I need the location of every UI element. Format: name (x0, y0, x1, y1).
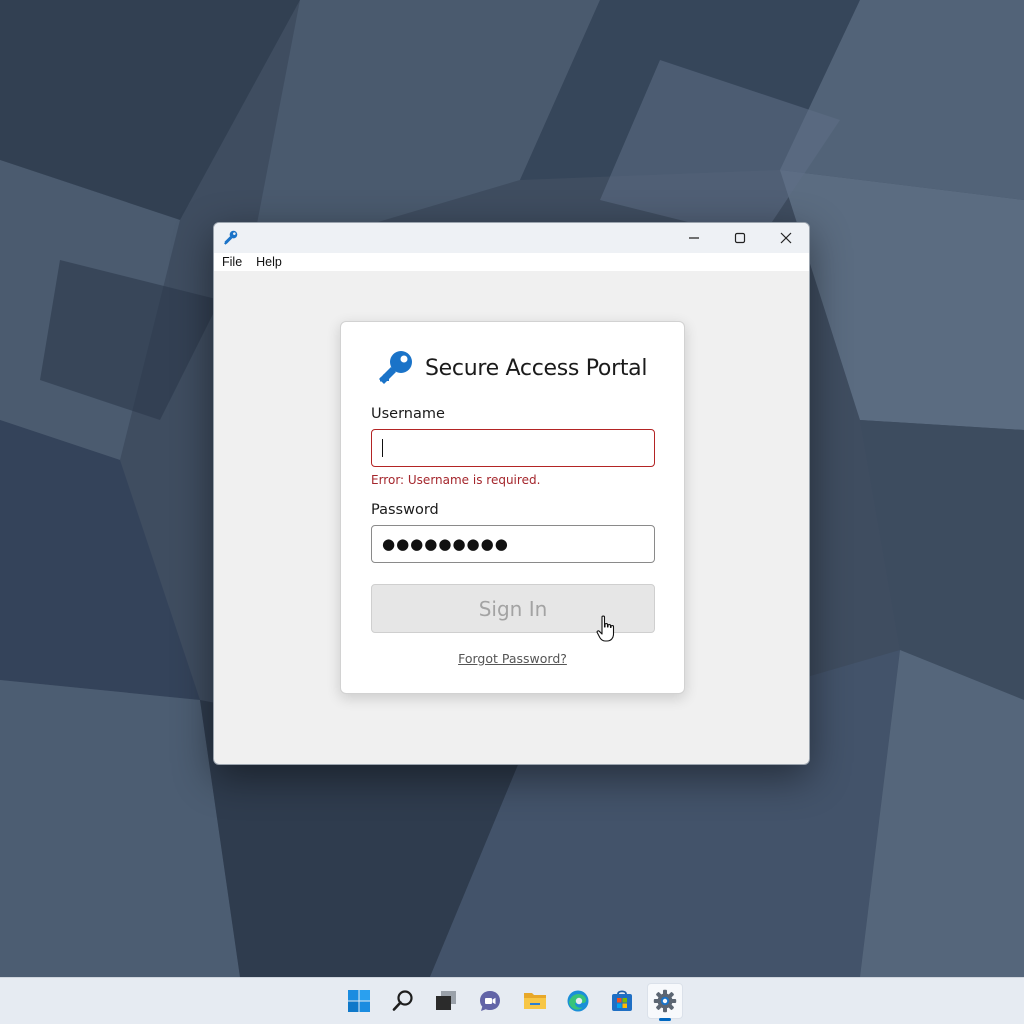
taskbar (0, 977, 1024, 1024)
title-bar[interactable] (214, 223, 809, 253)
password-label: Password (371, 502, 439, 518)
key-icon (379, 351, 412, 384)
app-window: File Help Secure Access Portal Username … (213, 222, 810, 765)
hand-pointer-icon (596, 615, 615, 642)
minimize-icon (689, 237, 699, 239)
menu-bar: File Help (214, 253, 809, 271)
menu-item-help[interactable]: Help (249, 253, 289, 271)
task-view-button[interactable] (428, 983, 464, 1019)
edge-browser-icon (567, 990, 589, 1012)
close-button[interactable] (763, 223, 809, 253)
file-explorer-icon (524, 993, 546, 1009)
maximize-icon (734, 232, 746, 244)
edge-browser-button[interactable] (560, 983, 596, 1019)
taskbar-search-button[interactable] (385, 983, 421, 1019)
minimize-button[interactable] (671, 223, 717, 253)
menu-item-file[interactable]: File (215, 253, 249, 271)
username-input[interactable] (371, 429, 655, 467)
store-button[interactable] (604, 983, 640, 1019)
chat-icon (480, 991, 500, 1011)
username-label: Username (371, 406, 445, 422)
key-icon (224, 230, 238, 245)
username-error-message: Error: Username is required. (371, 473, 541, 487)
password-input[interactable] (371, 525, 655, 563)
task-view-icon (436, 991, 456, 1010)
settings-button[interactable] (647, 983, 683, 1019)
forgot-password-link[interactable]: Forgot Password? (341, 651, 684, 666)
search-icon (392, 990, 413, 1011)
chat-button[interactable] (472, 983, 508, 1019)
store-icon (612, 990, 632, 1011)
page-title: Secure Access Portal (425, 355, 648, 381)
text-caret (382, 439, 383, 457)
file-explorer-button[interactable] (517, 983, 553, 1019)
windows-start-icon (348, 990, 370, 1012)
start-button[interactable] (341, 983, 377, 1019)
active-app-indicator (659, 1018, 671, 1021)
card-header: Secure Access Portal (375, 348, 647, 388)
desktop: File Help Secure Access Portal Username … (0, 0, 1024, 1024)
maximize-button[interactable] (717, 223, 763, 253)
settings-gear-icon (653, 989, 677, 1013)
login-card: Secure Access Portal Username Error: Use… (340, 321, 685, 694)
close-icon (780, 232, 792, 244)
